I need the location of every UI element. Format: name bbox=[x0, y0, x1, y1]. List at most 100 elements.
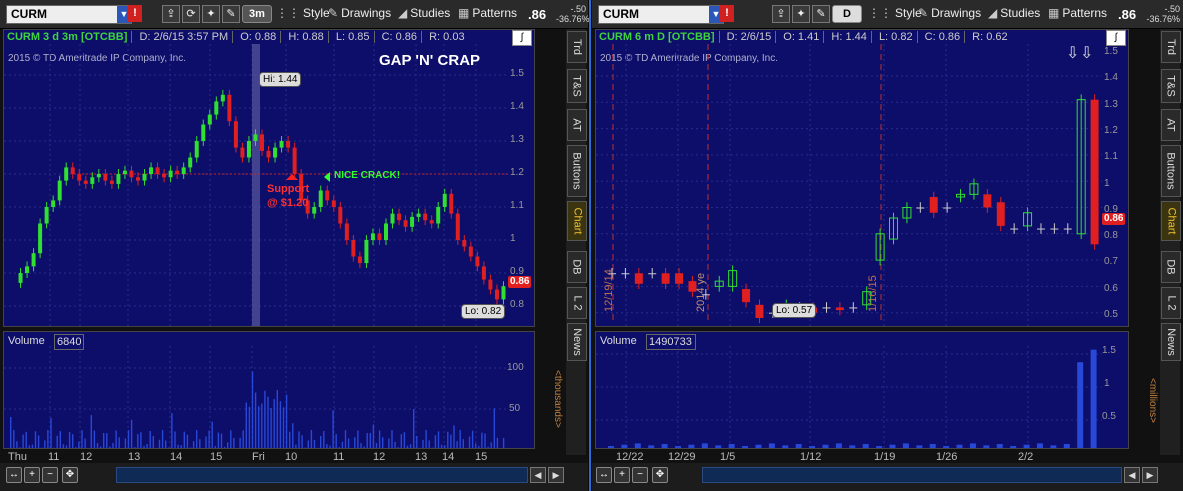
left-tab-db[interactable]: DB bbox=[567, 251, 587, 283]
refresh-icon[interactable]: ⟳ bbox=[182, 5, 200, 23]
candle-body bbox=[266, 150, 271, 158]
right-price-chart[interactable]: CURM 6 m D [OTCBB] D: 2/6/15 O: 1.41 H: … bbox=[595, 29, 1129, 327]
left-scroll-right-icon[interactable]: ▶ bbox=[548, 467, 564, 483]
left-tab-trd[interactable]: Trd bbox=[567, 31, 587, 63]
left-pan-icon[interactable]: ✥ bbox=[62, 467, 78, 483]
left-price-tick: 0.9 bbox=[510, 266, 524, 277]
style-icon: ⋮⋮ bbox=[276, 6, 300, 20]
left-tab-at[interactable]: AT bbox=[567, 109, 587, 141]
support-label: Support bbox=[267, 183, 310, 195]
candle-body bbox=[357, 256, 362, 264]
right-patterns-menu[interactable]: ▦ Patterns bbox=[1048, 5, 1107, 22]
wrench-icon[interactable]: ✎ bbox=[222, 5, 240, 23]
right-tab-news[interactable]: News bbox=[1161, 323, 1181, 361]
right-drawings-label: Drawings bbox=[931, 6, 982, 20]
left-scroll-left-icon[interactable]: ◀ bbox=[530, 467, 546, 483]
right-price-tick: 1.4 bbox=[1104, 72, 1118, 84]
right-symbol-input[interactable]: CURM ▼ bbox=[598, 5, 724, 24]
left-tab-buttons[interactable]: Buttons bbox=[567, 145, 587, 197]
tools-icon[interactable]: ✦ bbox=[202, 5, 220, 23]
volume-bar bbox=[397, 447, 399, 448]
volume-bar bbox=[320, 435, 322, 448]
volume-bar bbox=[124, 438, 127, 448]
right-tab-chart[interactable]: Chart bbox=[1161, 201, 1181, 241]
left-symbol-input[interactable]: CURM ▼ bbox=[6, 5, 132, 24]
right-timeframe-button[interactable]: D bbox=[832, 5, 862, 23]
candle-body bbox=[90, 177, 95, 184]
right-zoom-out-icon[interactable]: − bbox=[632, 467, 648, 483]
volume-bar bbox=[62, 444, 65, 448]
volume-bar bbox=[189, 447, 192, 448]
volume-bar bbox=[372, 424, 375, 448]
left-price-tick: 1.4 bbox=[510, 101, 524, 112]
right-wrench-icon[interactable]: ✎ bbox=[812, 5, 830, 23]
right-tab-trd[interactable]: Trd bbox=[1161, 31, 1181, 63]
left-tab-ts[interactable]: T&S bbox=[567, 69, 587, 103]
right-tab-ts[interactable]: T&S bbox=[1161, 69, 1181, 103]
right-alert-flag-icon[interactable]: ! bbox=[720, 5, 734, 22]
right-studies-menu[interactable]: ◢ Studies bbox=[988, 5, 1040, 22]
left-tab-l2[interactable]: L 2 bbox=[567, 287, 587, 319]
right-share-icon[interactable]: ⇪ bbox=[772, 5, 790, 23]
right-style-menu[interactable]: ⋮⋮ Style bbox=[868, 5, 922, 22]
left-zoom-fit-icon[interactable]: ↔ bbox=[6, 467, 22, 483]
left-timeframe-button[interactable]: 3m bbox=[242, 5, 272, 23]
right-drawings-menu[interactable]: ✎ Drawings bbox=[918, 5, 981, 22]
right-zoom-fit-icon[interactable]: ↔ bbox=[596, 467, 612, 483]
right-patterns-icon: ▦ bbox=[1048, 6, 1060, 20]
volume-bar bbox=[282, 407, 285, 448]
volume-bar bbox=[115, 430, 117, 448]
left-drawings-menu[interactable]: ✎ Drawings bbox=[328, 5, 391, 22]
gap-n-crap-title: GAP 'N' CRAP bbox=[379, 52, 481, 69]
left-scrollbar[interactable] bbox=[116, 467, 528, 483]
left-tab-chart[interactable]: Chart bbox=[567, 201, 587, 241]
left-zoom-out-icon[interactable]: − bbox=[42, 467, 58, 483]
left-volume-value: 6840 bbox=[57, 336, 82, 348]
candle-body bbox=[31, 253, 36, 267]
right-tab-db[interactable]: DB bbox=[1161, 251, 1181, 283]
right-scrollbar[interactable] bbox=[702, 467, 1122, 483]
volume-bar bbox=[366, 433, 368, 448]
volume-bar bbox=[490, 442, 492, 448]
volume-bar bbox=[369, 433, 371, 448]
volume-bar bbox=[354, 437, 356, 448]
volume-bar bbox=[103, 432, 105, 448]
left-tab-news[interactable]: News bbox=[567, 323, 587, 361]
left-price-chart[interactable]: CURM 3 d 3m [OTCBB] D: 2/6/15 3:57 PM O:… bbox=[3, 29, 535, 327]
right-volume-chart[interactable]: Volume 1490733 bbox=[595, 331, 1129, 449]
right-pan-icon[interactable]: ✥ bbox=[652, 467, 668, 483]
left-studies-menu[interactable]: ◢ Studies bbox=[398, 5, 450, 22]
left-volume-value-box: 6840 bbox=[54, 334, 84, 350]
left-volume-chart[interactable]: Volume 6840 bbox=[3, 331, 535, 449]
volume-bar bbox=[688, 444, 695, 448]
right-date-tick: 12/29 bbox=[668, 451, 696, 463]
panel-divider[interactable] bbox=[589, 0, 591, 491]
volume-bar bbox=[929, 444, 936, 448]
share-icon[interactable]: ⇪ bbox=[162, 5, 180, 23]
right-tab-at[interactable]: AT bbox=[1161, 109, 1181, 141]
left-zoom-in-icon[interactable]: + bbox=[24, 467, 40, 483]
right-zoom-in-icon[interactable]: + bbox=[614, 467, 630, 483]
volume-bar bbox=[394, 441, 396, 448]
volume-bar bbox=[78, 441, 80, 448]
candle-body bbox=[661, 273, 670, 284]
right-scroll-right-icon[interactable]: ▶ bbox=[1142, 467, 1158, 483]
right-scroll-left-icon[interactable]: ◀ bbox=[1124, 467, 1140, 483]
volume-bar bbox=[251, 371, 254, 448]
right-tab-buttons[interactable]: Buttons bbox=[1161, 145, 1181, 197]
right-side-tabs: Trd T&S AT Buttons Chart DB L 2 News bbox=[1160, 29, 1181, 455]
left-hi-bubble: Hi: 1.44 bbox=[259, 72, 302, 87]
volume-bar bbox=[273, 399, 275, 448]
candle-body bbox=[38, 223, 43, 254]
left-patterns-menu[interactable]: ▦ Patterns bbox=[458, 5, 517, 22]
right-tools-icon[interactable]: ✦ bbox=[792, 5, 810, 23]
left-alert-flag-icon[interactable]: ! bbox=[128, 5, 142, 22]
left-date-tick: 11 bbox=[333, 451, 345, 463]
volume-bar bbox=[158, 439, 161, 448]
right-price-tick: 0.6 bbox=[1104, 282, 1118, 294]
right-tab-l2[interactable]: L 2 bbox=[1161, 287, 1181, 319]
volume-bar bbox=[471, 430, 474, 448]
left-style-menu[interactable]: ⋮⋮ Style bbox=[276, 5, 330, 22]
candle-body bbox=[384, 223, 388, 240]
support-arrow-icon bbox=[286, 174, 298, 180]
